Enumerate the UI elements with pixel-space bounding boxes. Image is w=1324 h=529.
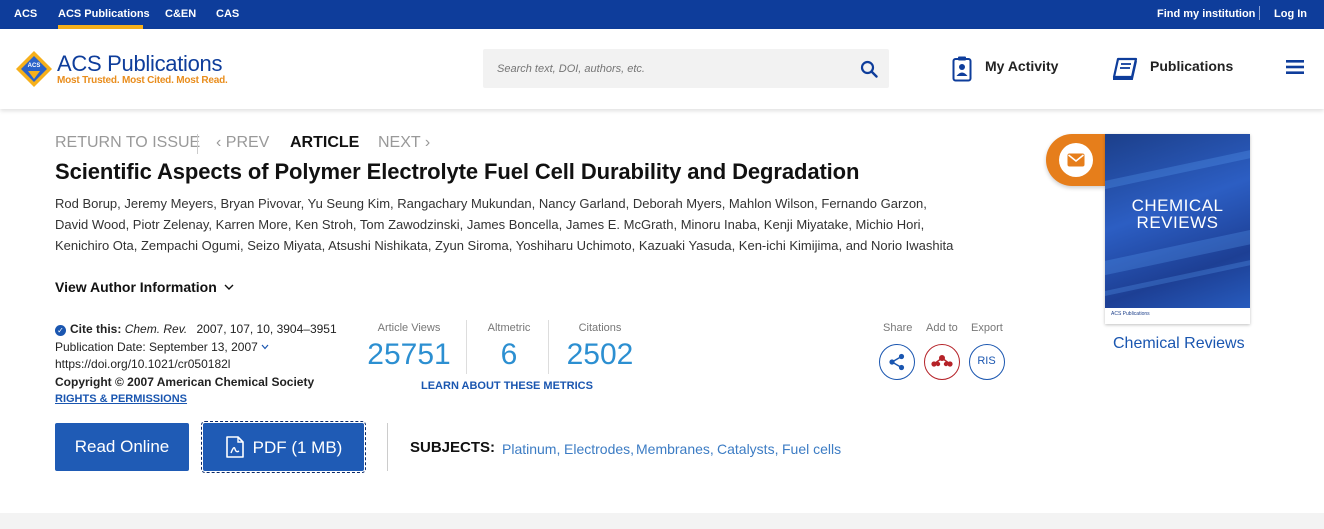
cover-footer-text: ACS Publications bbox=[1111, 311, 1150, 317]
search-icon[interactable] bbox=[860, 60, 878, 78]
search-box bbox=[483, 49, 889, 88]
metrics-divider bbox=[466, 320, 467, 374]
find-institution-link[interactable]: Find my institution bbox=[1157, 8, 1255, 20]
share-icon bbox=[889, 353, 905, 371]
article-title: Scientific Aspects of Polymer Electrolyt… bbox=[55, 159, 860, 184]
topbar-link-cas[interactable]: CAS bbox=[216, 8, 239, 20]
export-ris-button[interactable]: RIS bbox=[969, 344, 1005, 380]
svg-text:ACS: ACS bbox=[28, 63, 41, 69]
brand-name[interactable]: ACS Publications bbox=[57, 51, 222, 77]
altmetric-value[interactable]: 6 bbox=[479, 338, 539, 372]
email-icon bbox=[1067, 153, 1085, 167]
topbar-link-acs[interactable]: ACS bbox=[14, 8, 37, 20]
add-to-mendeley-button[interactable] bbox=[924, 344, 960, 380]
footer-strip bbox=[0, 513, 1324, 529]
subjects-divider bbox=[387, 423, 388, 471]
chevron-down-icon bbox=[261, 344, 269, 349]
metrics-divider bbox=[548, 320, 549, 374]
cite-label[interactable]: Cite this: bbox=[70, 322, 121, 336]
cover-title-line2: REVIEWS bbox=[1136, 213, 1219, 232]
return-to-issue-link[interactable]: RETURN TO ISSUE bbox=[55, 134, 200, 152]
email-icon-circle bbox=[1059, 143, 1093, 177]
journal-link[interactable]: Chemical Reviews bbox=[1113, 335, 1245, 353]
subject-link-electrodes[interactable]: Electrodes, bbox=[564, 441, 634, 457]
publication-date-toggle[interactable]: Publication Date: September 13, 2007 bbox=[55, 339, 337, 357]
topbar-link-acs-publications[interactable]: ACS Publications bbox=[58, 8, 150, 20]
pdf-file-icon bbox=[225, 436, 244, 458]
check-circle-icon: ✓ bbox=[55, 325, 66, 336]
subject-link-fuel-cells[interactable]: Fuel cells bbox=[782, 441, 841, 457]
read-online-button[interactable]: Read Online bbox=[55, 423, 189, 471]
next-link[interactable]: NEXT › bbox=[378, 134, 430, 152]
my-activity-icon[interactable] bbox=[952, 56, 972, 82]
article-views-label: Article Views bbox=[377, 322, 441, 334]
view-author-info-label: View Author Information bbox=[55, 279, 217, 295]
brand-tagline: Most Trusted. Most Cited. Most Read. bbox=[57, 75, 228, 86]
topbar-divider bbox=[1259, 6, 1260, 20]
topbar-link-cen[interactable]: C&EN bbox=[165, 8, 196, 20]
hamburger-menu-icon[interactable] bbox=[1286, 59, 1304, 75]
view-author-info-toggle[interactable]: View Author Information bbox=[55, 279, 234, 295]
nav-divider bbox=[197, 134, 198, 154]
search-input[interactable] bbox=[497, 59, 837, 79]
learn-about-metrics-link[interactable]: LEARN ABOUT THESE METRICS bbox=[421, 380, 593, 392]
export-label: Export bbox=[971, 322, 1003, 334]
ris-label: RIS bbox=[977, 355, 996, 367]
doi-link[interactable]: https://doi.org/10.1021/cr050182l bbox=[55, 356, 337, 374]
subject-link-membranes[interactable]: Membranes, bbox=[636, 441, 714, 457]
publications-book-icon[interactable] bbox=[1112, 57, 1138, 81]
cover-streak bbox=[1105, 143, 1250, 193]
citations-label: Citations bbox=[578, 322, 622, 334]
share-button[interactable] bbox=[879, 344, 915, 380]
email-alert-tab[interactable] bbox=[1046, 134, 1106, 186]
site-header: ACS ACS Publications Most Trusted. Most … bbox=[0, 29, 1324, 109]
altmetric-label: Altmetric bbox=[487, 322, 531, 334]
subjects-label: SUBJECTS: bbox=[410, 439, 496, 456]
pdf-button-label: PDF (1 MB) bbox=[252, 438, 343, 457]
article-label: ARTICLE bbox=[290, 134, 360, 151]
mendeley-icon bbox=[931, 355, 953, 367]
publication-date: Publication Date: September 13, 2007 bbox=[55, 339, 258, 354]
article-views-value: 25751 bbox=[367, 338, 451, 371]
cite-reference: 2007, 107, 10, 3904–3951 bbox=[196, 322, 337, 336]
journal-cover-image[interactable]: CHEMICAL REVIEWS ACS Publications bbox=[1105, 134, 1250, 324]
acs-logo-icon[interactable]: ACS bbox=[14, 49, 54, 89]
add-to-label: Add to bbox=[926, 322, 958, 334]
author-list: Rod Borup, Jeremy Meyers, Bryan Pivovar,… bbox=[55, 193, 1005, 256]
copyright-notice: Copyright © 2007 American Chemical Socie… bbox=[55, 374, 315, 389]
chevron-down-icon bbox=[224, 284, 234, 290]
citation-block: ✓ Cite this: Chem. Rev. 2007, 107, 10, 39… bbox=[55, 321, 337, 409]
my-activity-link[interactable]: My Activity bbox=[985, 58, 1058, 74]
login-link[interactable]: Log In bbox=[1274, 8, 1307, 20]
cover-footer: ACS Publications bbox=[1105, 308, 1250, 324]
authors-line-2[interactable]: David Wood, Piotr Zelenay, Karren More, … bbox=[55, 214, 1005, 235]
top-bar: ACS ACS Publications C&EN CAS Find my in… bbox=[0, 0, 1324, 29]
subject-link-catalysts[interactable]: Catalysts, bbox=[717, 441, 778, 457]
subject-link-platinum[interactable]: Platinum, bbox=[502, 441, 560, 457]
citations-value[interactable]: 2502 bbox=[560, 338, 640, 372]
authors-line-1[interactable]: Rod Borup, Jeremy Meyers, Bryan Pivovar,… bbox=[55, 193, 1005, 214]
authors-line-3[interactable]: Kenichiro Ota, Zempachi Ogumi, Seizo Miy… bbox=[55, 235, 1005, 256]
prev-link[interactable]: ‹ PREV bbox=[216, 134, 269, 152]
rights-permissions-link[interactable]: RIGHTS & PERMISSIONS bbox=[55, 391, 337, 409]
pdf-download-button[interactable]: PDF (1 MB) bbox=[201, 421, 366, 473]
share-label: Share bbox=[883, 322, 913, 334]
cite-journal: Chem. Rev. bbox=[124, 322, 188, 336]
publications-link[interactable]: Publications bbox=[1150, 58, 1233, 74]
